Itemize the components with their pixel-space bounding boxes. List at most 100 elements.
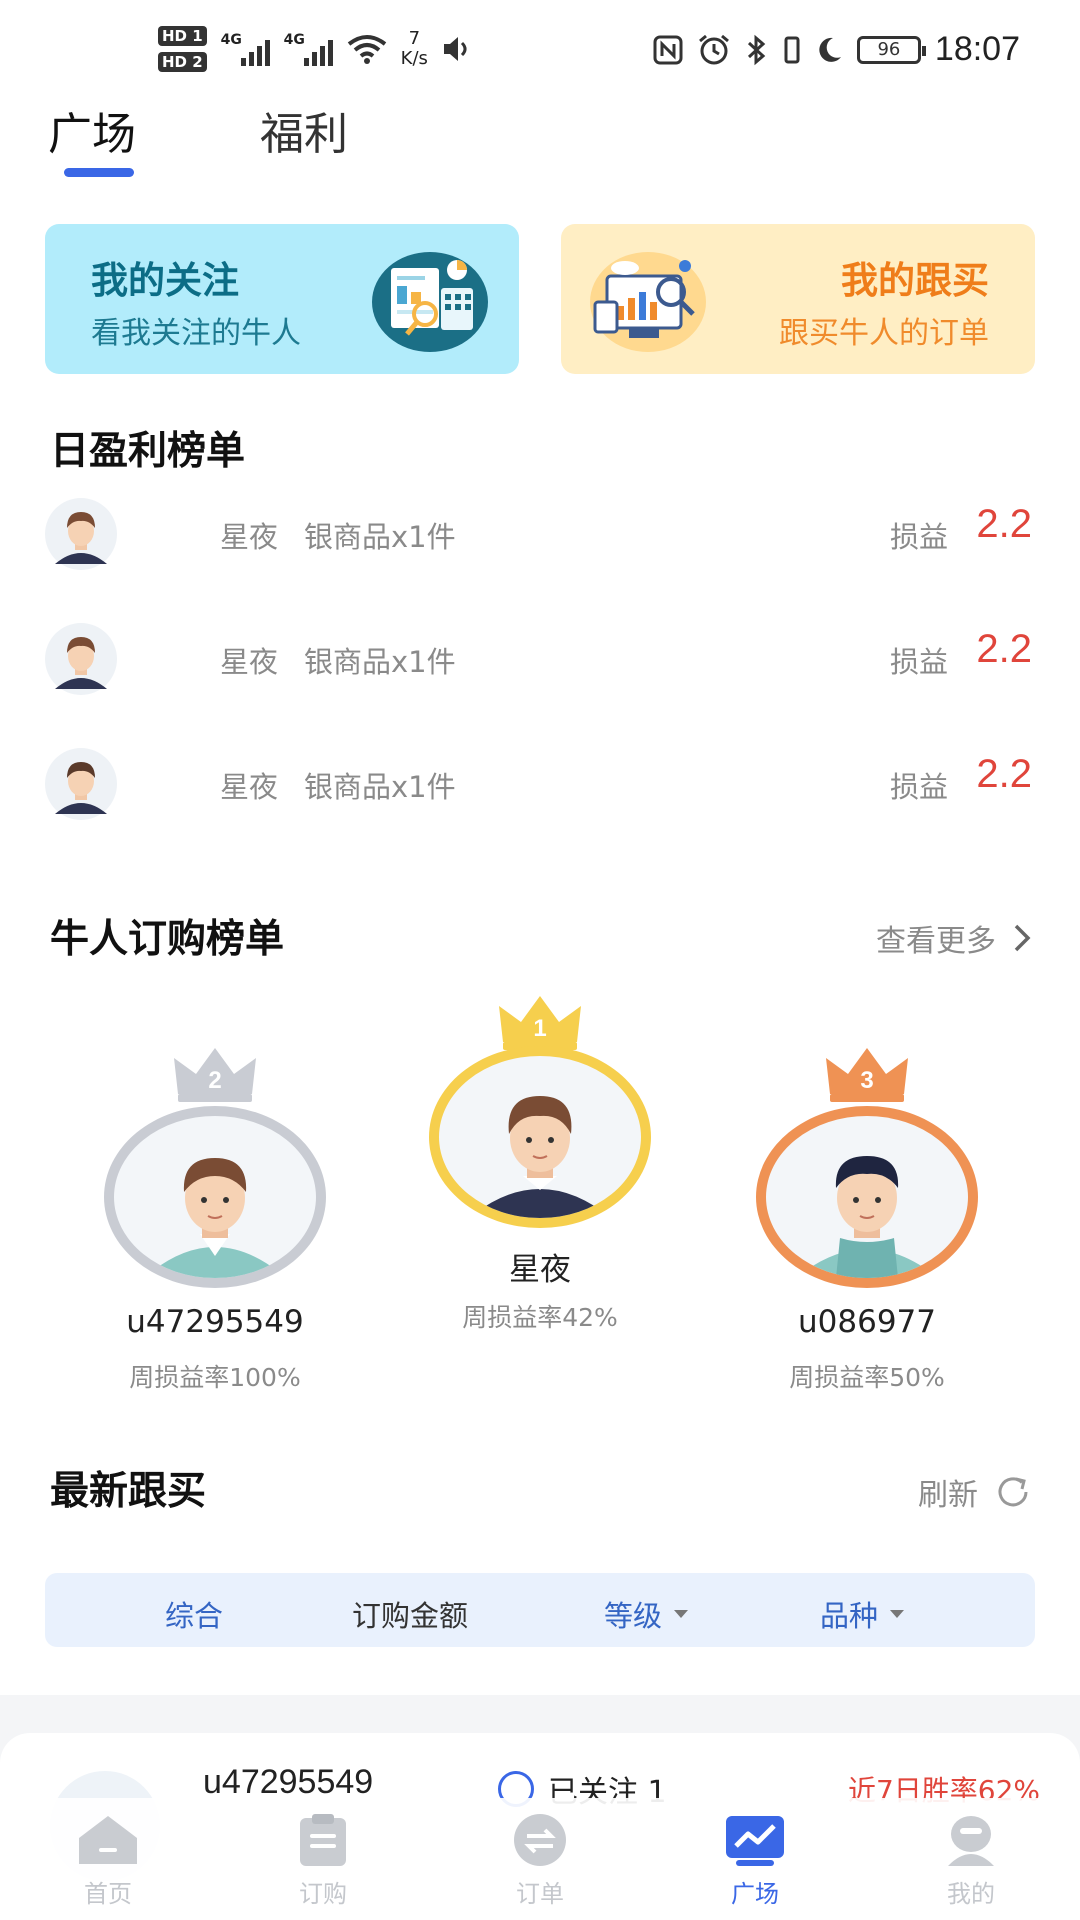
rank-1-number: 1 <box>533 1015 546 1042</box>
nfc-icon <box>653 35 683 64</box>
analytics-illustration-icon <box>372 252 488 352</box>
moon-icon <box>819 37 841 62</box>
top-tabs: 广场 福利 <box>48 98 348 162</box>
view-more-label: 查看更多 <box>876 924 996 959</box>
signal-icon: 4G <box>284 32 333 66</box>
battery-icon: 96 <box>856 35 926 64</box>
filter-bar: 综合 订购金额 等级 品种 <box>45 1573 1035 1647</box>
goods-summary: 银商品x1件 <box>304 645 456 679</box>
list-item[interactable]: 星夜 银商品x1件 损益 2.2 <box>0 619 1080 699</box>
rank-3-number: 3 <box>860 1067 873 1094</box>
daily-profit-title: 日盈利榜单 <box>50 429 246 474</box>
status-left: HD 1 HD 2 4G 4G 7 K/s <box>158 26 472 72</box>
signal-icon: 4G <box>221 32 270 66</box>
list-item[interactable]: 星夜 银商品x1件 损益 2.2 <box>0 744 1080 824</box>
filter-variety[interactable]: 品种 <box>820 1593 905 1635</box>
nav-order-buy[interactable]: 订购 <box>258 1812 388 1909</box>
tab-indicator <box>64 168 134 177</box>
user-icon <box>948 1816 994 1866</box>
crown-silver-icon: 2 <box>174 1048 256 1102</box>
latest-title: 最新跟买 <box>50 1469 207 1514</box>
refresh-icon <box>998 1477 1028 1507</box>
avatar <box>104 1106 326 1288</box>
status-right: 96 18:07 <box>653 30 1020 69</box>
avatar <box>45 498 117 570</box>
my-follow-card[interactable]: 我的关注 看我关注的牛人 <box>45 224 519 374</box>
net-type-1: 4G <box>220 32 242 48</box>
podium-first-name: 星夜 <box>509 1252 571 1288</box>
podium-third[interactable]: 3 u086977 周损益率50% <box>742 1044 992 1404</box>
avatar <box>756 1106 978 1288</box>
my-copy-subtitle: 跟买牛人的订单 <box>779 316 989 351</box>
tab-welfare[interactable]: 福利 <box>260 98 348 162</box>
nav-mine[interactable]: 我的 <box>906 1812 1036 1909</box>
profit-value: 2.2 <box>976 502 1032 546</box>
hd1-badge: HD 1 <box>158 26 207 46</box>
filter-amount[interactable]: 订购金额 <box>352 1593 468 1635</box>
avatar <box>45 748 117 820</box>
podium-third-rate: 周损益率50% <box>789 1363 945 1392</box>
dashboard-illustration-icon <box>590 252 706 352</box>
home-icon <box>79 1816 137 1864</box>
nav-orders[interactable]: 订单 <box>475 1812 605 1909</box>
filter-level[interactable]: 等级 <box>604 1593 689 1635</box>
nav-home[interactable]: 首页 <box>43 1812 173 1909</box>
crown-gold-icon: 1 <box>499 996 581 1050</box>
profit-value: 2.2 <box>976 752 1032 796</box>
filter-level-label: 等级 <box>604 1599 663 1633</box>
nav-mine-label: 我的 <box>947 1880 995 1908</box>
caret-down-icon <box>674 1610 689 1618</box>
my-follow-title: 我的关注 <box>91 259 239 302</box>
tab-square[interactable]: 广场 <box>48 98 136 162</box>
bottom-nav: 首页 订购 订单 广场 我的 <box>0 1798 1080 1920</box>
list-item[interactable]: 星夜 银商品x1件 损益 2.2 <box>0 494 1080 574</box>
nav-square-label: 广场 <box>731 1880 779 1908</box>
avatar <box>429 1046 651 1228</box>
refresh-button[interactable]: 刷新 <box>918 1470 1032 1514</box>
caret-down-icon <box>890 1610 905 1618</box>
refresh-label: 刷新 <box>918 1478 978 1513</box>
profit-label: 损益 <box>889 520 948 554</box>
wifi-icon <box>347 35 386 64</box>
trader-name: 星夜 <box>220 645 279 679</box>
speaker-icon <box>443 37 467 61</box>
speed-value: 7 <box>408 28 421 49</box>
trader-name: 星夜 <box>220 520 279 554</box>
crown-bronze-icon: 3 <box>826 1048 908 1102</box>
profit-label: 损益 <box>889 770 948 804</box>
my-copy-card[interactable]: 我的跟买 跟买牛人的订单 <box>561 224 1035 374</box>
nav-order-buy-label: 订购 <box>299 1880 347 1908</box>
trader-name: 星夜 <box>220 770 279 804</box>
view-more-link[interactable]: 查看更多 <box>876 916 1032 960</box>
avatar <box>45 623 117 695</box>
profit-label: 损益 <box>889 645 948 679</box>
clock: 18:07 <box>934 30 1020 68</box>
profit-value: 2.2 <box>976 627 1032 671</box>
alarm-icon <box>698 34 729 64</box>
hd-indicator: HD 1 HD 2 <box>158 26 207 72</box>
nav-home-label: 首页 <box>84 1880 132 1908</box>
status-bar: HD 1 HD 2 4G 4G 7 K/s 96 18:07 <box>0 0 1080 100</box>
vibrate-icon <box>784 36 800 63</box>
filter-overall[interactable]: 综合 <box>165 1593 223 1635</box>
goods-summary: 银商品x1件 <box>304 520 456 554</box>
exchange-icon <box>514 1814 566 1866</box>
clipboard-icon <box>300 1814 346 1866</box>
nav-square[interactable]: 广场 <box>690 1812 820 1909</box>
net-type-2: 4G <box>283 32 305 48</box>
filter-overall-label: 综合 <box>165 1599 224 1633</box>
speed-unit: K/s <box>400 48 428 69</box>
my-copy-title: 我的跟买 <box>841 259 989 302</box>
podium-first[interactable]: 1 星夜 周损益率42% <box>415 992 665 1332</box>
net-speed: 7 K/s <box>401 29 428 69</box>
podium-third-name: u086977 <box>798 1304 936 1340</box>
chevron-right-icon <box>1014 924 1031 952</box>
podium-second[interactable]: 2 u47295549 周损益率100% <box>90 1044 340 1404</box>
nav-orders-label: 订单 <box>516 1880 564 1908</box>
bluetooth-icon <box>747 34 766 65</box>
trend-chart-icon <box>726 1816 784 1866</box>
ranking-title: 牛人订购榜单 <box>50 917 285 962</box>
filter-amount-label: 订购金额 <box>352 1599 469 1633</box>
podium-second-rate: 周损益率100% <box>129 1363 301 1392</box>
rank-2-number: 2 <box>208 1067 221 1094</box>
